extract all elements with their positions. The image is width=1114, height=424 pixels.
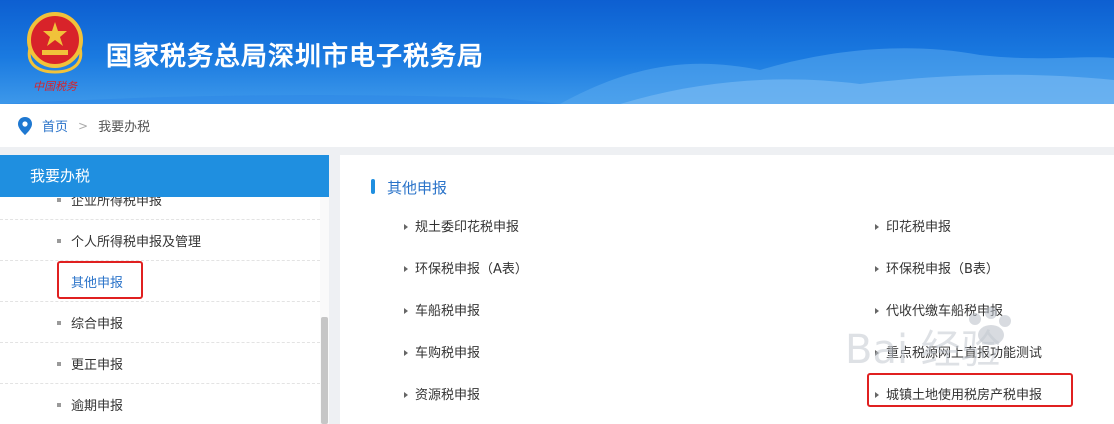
emblem-caption: 中国税务: [33, 80, 78, 93]
sidebar-item-label: 更正申报: [71, 358, 124, 373]
site-header: 中国税务 国家税务总局深圳市电子税务局: [0, 0, 1114, 104]
caret-right-icon: [875, 265, 879, 272]
caret-right-icon: [875, 349, 879, 356]
section-marker: [371, 179, 375, 194]
breadcrumb-home-link[interactable]: 首页: [42, 116, 68, 135]
sidebar-item-other-declaration[interactable]: 其他申报: [0, 261, 320, 302]
link-resource-tax[interactable]: 资源税申报: [404, 384, 480, 403]
caret-right-icon: [875, 307, 879, 314]
site-title: 国家税务总局深圳市电子税务局: [106, 42, 485, 72]
sidebar-title: 我要办税: [0, 155, 329, 197]
location-pin-icon: [18, 116, 32, 135]
breadcrumb-separator: >: [78, 118, 89, 133]
sidebar-item-correction-declaration[interactable]: 更正申报: [0, 343, 320, 384]
caret-right-icon: [404, 307, 408, 314]
caret-right-icon: [404, 349, 408, 356]
caret-right-icon: [404, 223, 408, 230]
highlight-box: [57, 261, 143, 299]
scrollbar-thumb[interactable]: [321, 317, 328, 424]
link-withheld-vehicle-vessel-tax[interactable]: 代收代缴车船税申报: [875, 300, 1003, 319]
bullet-icon: [57, 321, 61, 325]
breadcrumb-current: 我要办税: [98, 120, 151, 135]
link-label: 环保税申报（B表）: [886, 262, 999, 277]
caret-right-icon: [404, 265, 408, 272]
link-env-tax-a[interactable]: 环保税申报（A表）: [404, 258, 528, 277]
main-panel: 其他申报 规土委印花税申报 环保税申报（A表） 车船税申报 车购税申报 资源税申…: [340, 155, 1114, 424]
bullet-icon: [57, 403, 61, 407]
breadcrumb: 首页 > 我要办税: [0, 104, 1114, 147]
link-stamp-duty[interactable]: 印花税申报: [875, 216, 951, 235]
bullet-icon: [57, 362, 61, 366]
caret-right-icon: [404, 391, 408, 398]
tax-emblem-icon: 中国税务: [27, 12, 83, 93]
link-env-tax-b[interactable]: 环保税申报（B表）: [875, 258, 999, 277]
section-title: 其他申报: [387, 179, 448, 197]
link-label: 规土委印花税申报: [415, 220, 520, 235]
link-planning-stamp-duty[interactable]: 规土委印花税申报: [404, 216, 519, 235]
link-label: 资源税申报: [415, 388, 481, 403]
bullet-icon: [57, 198, 61, 202]
link-vehicle-vessel-tax[interactable]: 车船税申报: [404, 300, 480, 319]
sidebar-item-comprehensive-declaration[interactable]: 综合申报: [0, 302, 320, 343]
link-label: 车购税申报: [415, 346, 481, 361]
sidebar-title-text: 我要办税: [30, 167, 91, 185]
sidebar-item-label: 逾期申报: [71, 399, 124, 414]
caret-right-icon: [875, 223, 879, 230]
link-label: 印花税申报: [886, 220, 952, 235]
sidebar-item-label: 综合申报: [71, 317, 124, 332]
sidebar-item-label: 个人所得税申报及管理: [71, 235, 202, 250]
link-vehicle-purchase-tax[interactable]: 车购税申报: [404, 342, 480, 361]
link-label: 代收代缴车船税申报: [886, 304, 1004, 319]
link-label: 环保税申报（A表）: [415, 262, 528, 277]
sidebar-item-individual-income-tax[interactable]: 个人所得税申报及管理: [0, 220, 320, 261]
highlight-box: [867, 373, 1073, 407]
link-label: 车船税申报: [415, 304, 481, 319]
sidebar-item-overdue-declaration[interactable]: 逾期申报: [0, 384, 320, 424]
bullet-icon: [57, 239, 61, 243]
sidebar-menu: 企业所得税申报 我要办税 个人所得税申报及管理 其他申报 综合申报 更正申报 逾…: [0, 155, 329, 424]
link-label: 重点税源网上直报功能测试: [886, 346, 1043, 361]
link-key-tax-source-report[interactable]: 重点税源网上直报功能测试: [875, 342, 1042, 361]
